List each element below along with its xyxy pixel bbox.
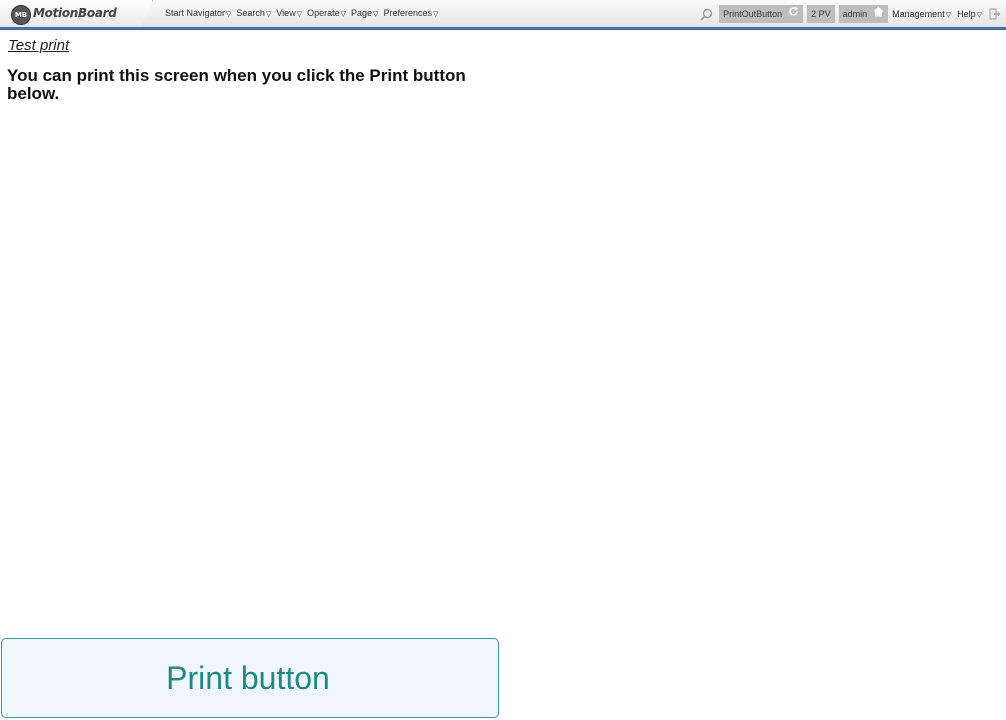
pv-count-badge: 2 PV bbox=[807, 5, 835, 23]
page-title: Test print bbox=[8, 37, 70, 54]
app-logo-text: MotionBoard bbox=[33, 6, 117, 20]
menu-preferences[interactable]: Preferences▽ bbox=[383, 8, 438, 18]
board-name-pill[interactable]: PrintOutButton bbox=[719, 5, 804, 23]
logout-icon[interactable] bbox=[988, 7, 1002, 21]
menu-label: Preferences bbox=[383, 8, 432, 18]
instruction-text: You can print this screen when you click… bbox=[7, 66, 466, 103]
menu-view[interactable]: View▽ bbox=[276, 8, 302, 18]
board-search-icon[interactable] bbox=[699, 7, 713, 21]
right-toolbar: PrintOutButton 2 PV admin Management▽ He… bbox=[699, 4, 1006, 24]
home-icon[interactable] bbox=[873, 5, 884, 23]
logo-badge: MB bbox=[11, 5, 31, 25]
menu-label: Page bbox=[351, 8, 373, 18]
dropdown-triangle-icon: ▽ bbox=[265, 11, 272, 18]
menu-label: Management bbox=[892, 9, 945, 19]
pv-count: 2 PV bbox=[811, 9, 831, 19]
user-name: admin bbox=[842, 9, 868, 19]
menu-label: Help bbox=[957, 9, 976, 19]
top-toolbar: MB MotionBoard Start Navigator▽ Search▽ … bbox=[0, 0, 1006, 30]
menu-help[interactable]: Help▽ bbox=[957, 9, 982, 19]
dropdown-triangle-icon: ▽ bbox=[296, 11, 303, 18]
print-button-label: Print button bbox=[166, 659, 330, 696]
logo-area: MB MotionBoard bbox=[0, 0, 153, 27]
dropdown-triangle-icon: ▽ bbox=[373, 11, 379, 18]
print-button[interactable]: Print button bbox=[1, 638, 499, 718]
menu-search[interactable]: Search▽ bbox=[236, 8, 271, 18]
board-canvas: Test print You can print this screen whe… bbox=[0, 30, 1006, 720]
menu-label: Start Navigator bbox=[165, 8, 226, 18]
user-pill[interactable]: admin bbox=[838, 5, 889, 23]
menu-label: Search bbox=[236, 8, 265, 18]
dropdown-triangle-icon: ▽ bbox=[945, 12, 952, 19]
dropdown-triangle-icon: ▽ bbox=[226, 11, 232, 18]
main-menu: Start Navigator▽ Search▽ View▽ Operate▽ … bbox=[165, 8, 443, 18]
menu-operate[interactable]: Operate▽ bbox=[307, 8, 346, 18]
board-name: PrintOutButton bbox=[723, 9, 783, 19]
menu-label: View bbox=[276, 8, 296, 18]
menu-start-navigator[interactable]: Start Navigator▽ bbox=[165, 8, 231, 18]
dropdown-triangle-icon: ▽ bbox=[340, 11, 347, 18]
menu-page[interactable]: Page▽ bbox=[351, 8, 378, 18]
dropdown-triangle-icon: ▽ bbox=[432, 11, 439, 18]
refresh-icon[interactable] bbox=[788, 5, 799, 23]
menu-management[interactable]: Management▽ bbox=[892, 9, 951, 19]
menu-label: Operate bbox=[307, 8, 340, 18]
dropdown-triangle-icon: ▽ bbox=[976, 12, 982, 19]
